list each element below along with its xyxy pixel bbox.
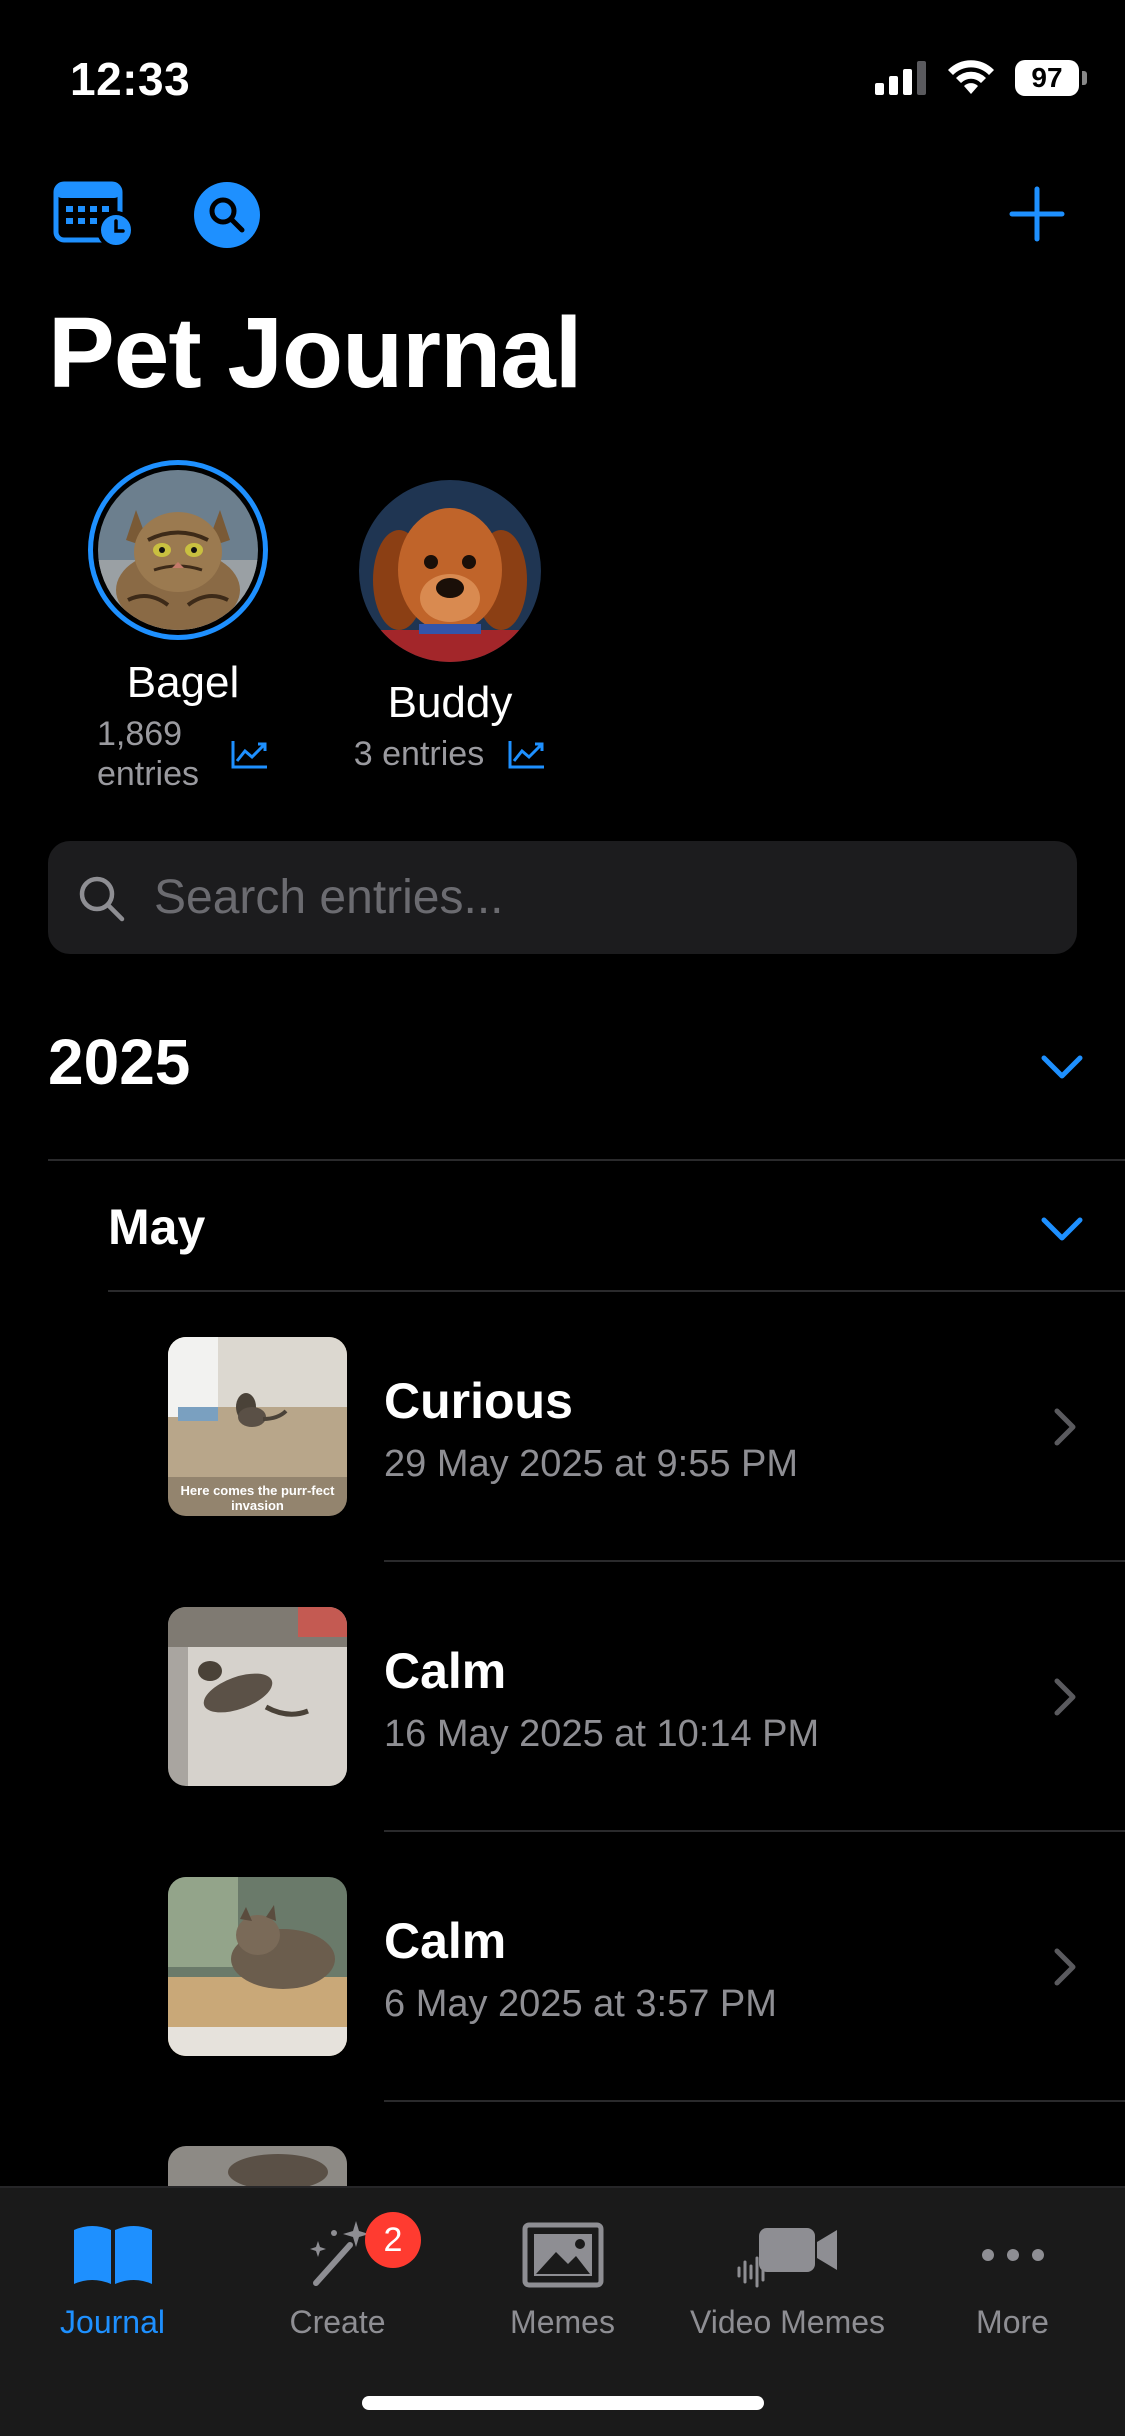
ellipsis-icon	[981, 2249, 1044, 2261]
pet-avatar-cat	[98, 470, 258, 630]
entry-date: 6 May 2025 at 3:57 PM	[384, 1983, 777, 2025]
search-input[interactable]	[154, 870, 1004, 925]
search-icon	[209, 197, 245, 233]
tab-memes[interactable]: Memes	[450, 2212, 675, 2341]
video-icon	[737, 2228, 837, 2288]
divider	[384, 2100, 1125, 2102]
tab-label: Memes	[510, 2304, 615, 2340]
book-icon	[73, 2226, 152, 2284]
search-button[interactable]	[194, 182, 260, 248]
calendar-clock-icon	[53, 181, 135, 249]
chevron-right-icon	[1054, 1408, 1076, 1446]
plus-icon	[1009, 186, 1065, 242]
pet-buddy[interactable]: Buddy 3 entries	[352, 480, 548, 774]
meme-caption: Here comes the purr-fect invasion	[180, 1483, 335, 1513]
divider	[48, 1159, 1125, 1161]
pet-avatar-dog	[359, 480, 541, 662]
entry-date: 16 May 2025 at 10:14 PM	[384, 1713, 820, 1755]
entry-thumbnail	[168, 1607, 347, 1786]
status-icons: 97	[875, 60, 1087, 96]
photo-icon	[522, 2222, 603, 2288]
tab-create[interactable]: 2 Create	[225, 2212, 450, 2341]
pet-bagel[interactable]: Bagel 1,869 entries	[88, 460, 278, 794]
chevron-down-icon[interactable]	[1040, 1214, 1084, 1244]
add-entry-button[interactable]	[1009, 186, 1065, 242]
entry-title: Curious	[384, 1373, 573, 1429]
pet-entries-count: 1,869 entries	[96, 715, 200, 793]
chevron-right-icon	[1054, 1948, 1076, 1986]
tab-video-memes[interactable]: Video Memes	[675, 2212, 900, 2341]
chart-trend-icon[interactable]	[508, 739, 546, 769]
chevron-right-icon	[1054, 1678, 1076, 1716]
pet-entries-count: 3 entries	[353, 735, 485, 773]
page-title: Pet Journal	[48, 297, 583, 409]
entry-date: 29 May 2025 at 9:55 PM	[384, 1443, 799, 1485]
tab-label: Journal	[60, 2304, 165, 2340]
calendar-button[interactable]	[52, 178, 136, 250]
avatar-selected-ring	[88, 460, 268, 640]
search-icon	[79, 876, 125, 921]
entry-title: Calm	[384, 1913, 507, 1969]
tab-journal[interactable]: Journal	[0, 2212, 225, 2341]
wifi-icon	[948, 60, 994, 94]
cellular-signal-icon	[875, 61, 926, 95]
search-field[interactable]	[48, 841, 1077, 954]
notification-badge: 2	[365, 2212, 421, 2268]
chevron-down-icon[interactable]	[1040, 1052, 1084, 1082]
entry-title: Calm	[384, 1643, 507, 1699]
battery-indicator: 97	[1015, 60, 1087, 96]
tab-label: Video Memes	[689, 2304, 886, 2340]
battery-level: 97	[1015, 60, 1079, 96]
tab-more[interactable]: More	[900, 2212, 1125, 2341]
pet-name: Bagel	[126, 658, 240, 707]
tab-label: Create	[289, 2304, 386, 2340]
year-header: 2025	[48, 1026, 191, 1098]
entry-thumbnail	[168, 2146, 347, 2186]
month-header: May	[108, 1199, 206, 1255]
status-time: 12:33	[70, 53, 191, 105]
pet-name: Buddy	[387, 678, 513, 727]
chart-trend-icon[interactable]	[231, 739, 269, 769]
entry-thumbnail	[168, 1877, 347, 2056]
tab-label: More	[976, 2304, 1049, 2340]
home-indicator[interactable]	[362, 2396, 764, 2410]
magic-wand-icon	[309, 2221, 369, 2286]
entry-thumbnail: Here comes the purr-fect invasion	[168, 1337, 347, 1516]
